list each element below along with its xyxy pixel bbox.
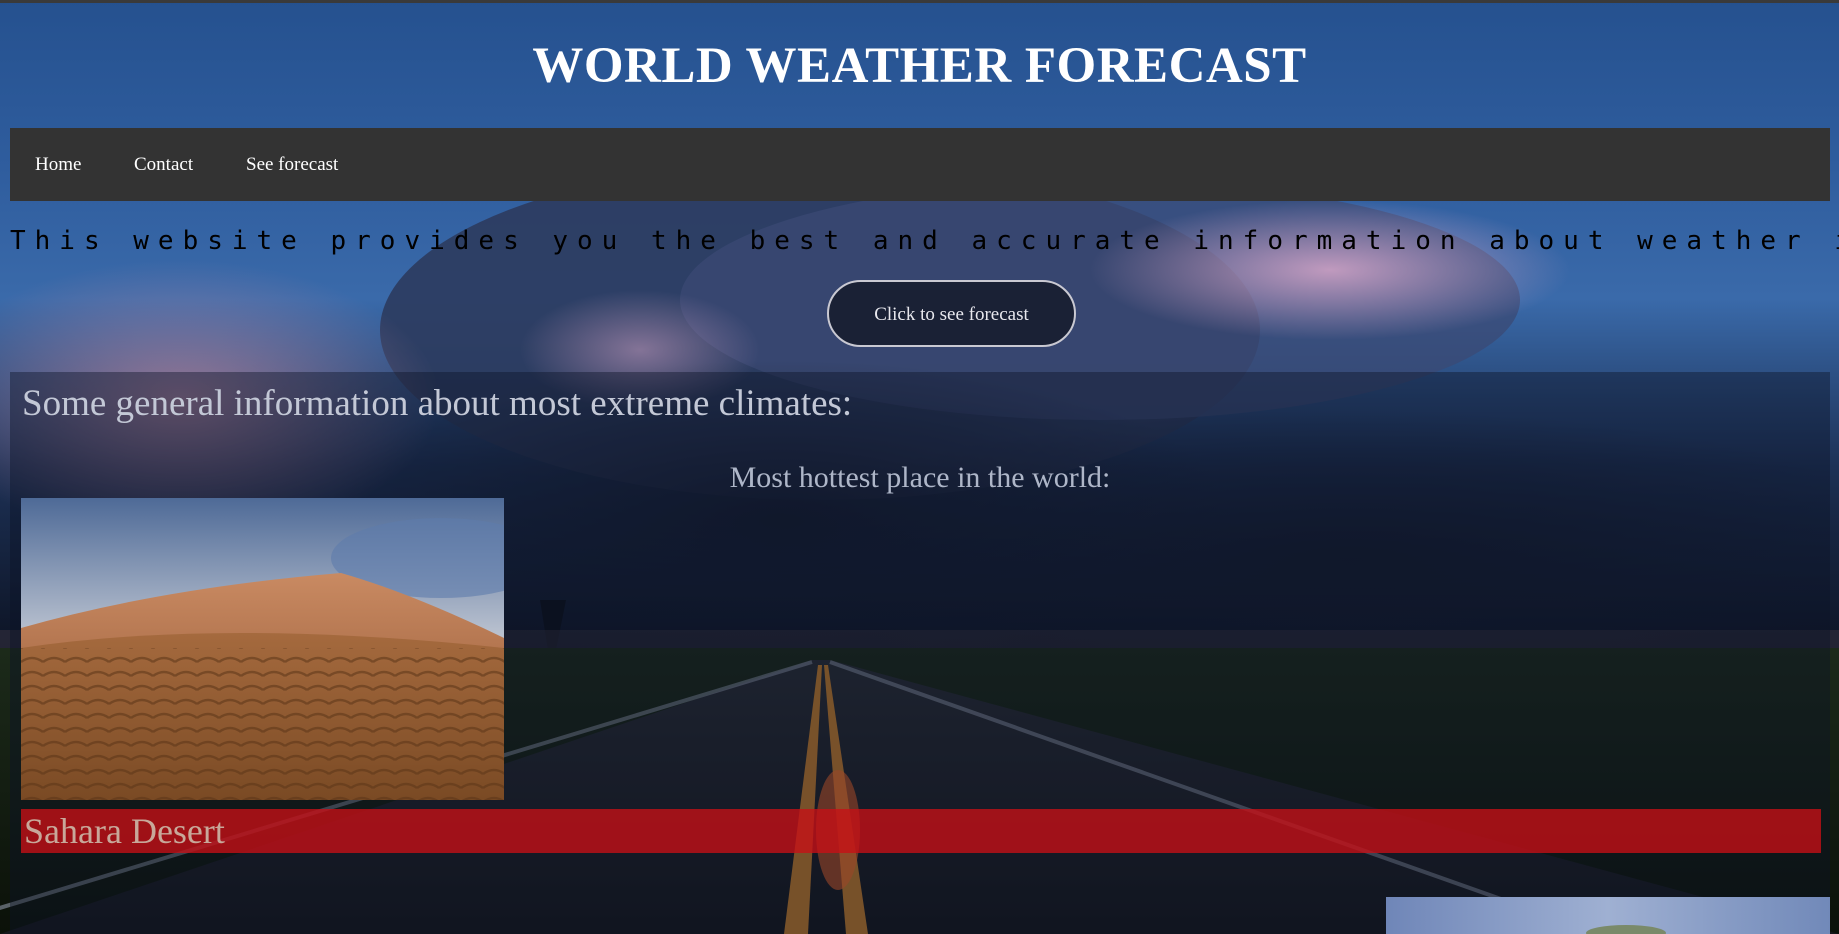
top-border bbox=[0, 0, 1839, 3]
see-forecast-button[interactable]: Click to see forecast bbox=[827, 280, 1076, 347]
nav-see-forecast-link[interactable]: See forecast bbox=[246, 128, 338, 201]
navbar: Home Contact See forecast bbox=[10, 128, 1830, 201]
next-place-image bbox=[1386, 897, 1830, 934]
place-name-sahara: Sahara Desert bbox=[24, 811, 225, 851]
extreme-climates-heading: Some general information about most extr… bbox=[22, 383, 853, 424]
place-name-bar: Sahara Desert bbox=[21, 809, 1821, 853]
sahara-desert-image bbox=[21, 498, 504, 800]
nav-home-link[interactable]: Home bbox=[35, 128, 81, 201]
extreme-climates-panel: Some general information about most extr… bbox=[10, 372, 1830, 934]
intro-text: This website provides you the best and a… bbox=[10, 226, 1839, 256]
site-title: WORLD WEATHER FORECAST bbox=[532, 38, 1307, 94]
hottest-place-subheading: Most hottest place in the world: bbox=[729, 461, 1111, 494]
nav-contact-link[interactable]: Contact bbox=[134, 128, 193, 201]
